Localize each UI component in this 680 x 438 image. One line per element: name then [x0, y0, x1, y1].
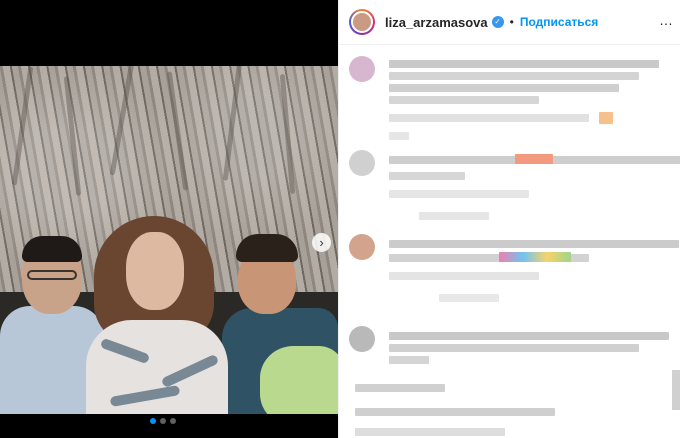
carousel-dot: [170, 418, 176, 424]
avatar[interactable]: [349, 234, 375, 260]
avatar[interactable]: [349, 9, 375, 35]
username-link[interactable]: liza_arzamasova: [385, 15, 488, 30]
avatar[interactable]: [349, 150, 375, 176]
carousel-dot: [150, 418, 156, 424]
post-photo: [0, 66, 338, 414]
avatar[interactable]: [349, 326, 375, 352]
follow-button[interactable]: Подписаться: [520, 15, 598, 29]
person-middle: [80, 216, 230, 414]
more-options-icon[interactable]: …: [659, 12, 673, 28]
verified-badge-icon: ✓: [491, 16, 504, 28]
carousel-indicator: [150, 418, 176, 424]
post-header: liza_arzamasova ✓ • Подписаться …: [339, 0, 680, 45]
green-pillow: [260, 346, 338, 414]
post-media: ›: [0, 0, 338, 438]
separator-dot: •: [509, 15, 514, 29]
chevron-right-icon: ›: [319, 235, 324, 250]
post-side-panel: liza_arzamasova ✓ • Подписаться …: [338, 0, 680, 438]
next-image-button[interactable]: ›: [312, 233, 331, 252]
comments-list: [339, 46, 680, 438]
carousel-dot: [160, 418, 166, 424]
avatar[interactable]: [349, 56, 375, 82]
person-right: [222, 234, 338, 414]
scrollbar[interactable]: [672, 370, 680, 410]
